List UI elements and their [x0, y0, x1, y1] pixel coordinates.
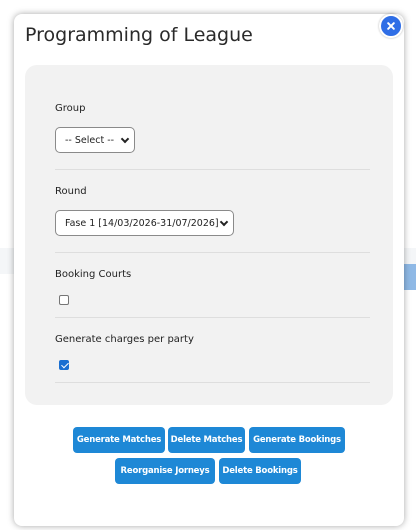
round-select-value: Fase 1 [14/03/2026-31/07/2026] — [65, 217, 219, 229]
group-field: Group — [55, 102, 370, 116]
generate-matches-button[interactable]: Generate Matches — [73, 427, 165, 453]
generate-charges-checkbox[interactable] — [59, 360, 69, 370]
group-select[interactable]: -- Select -- — [55, 127, 135, 153]
round-label: Round — [55, 186, 87, 197]
generate-charges-label: Generate charges per party — [55, 334, 194, 345]
generate-charges-field: Generate charges per party — [55, 333, 370, 347]
divider — [55, 317, 370, 318]
group-select-value: -- Select -- — [65, 134, 115, 146]
modal-title: Programming of League — [25, 24, 253, 46]
divider — [55, 169, 370, 170]
round-select[interactable]: Fase 1 [14/03/2026-31/07/2026] — [55, 210, 234, 236]
booking-courts-checkbox[interactable] — [59, 295, 69, 305]
divider — [55, 382, 370, 383]
form-panel: Group -- Select -- Round Fase 1 [14/03/2… — [25, 65, 393, 405]
league-programming-modal: Programming of League Group -- Select --… — [14, 14, 404, 526]
generate-bookings-button[interactable]: Generate Bookings — [249, 427, 345, 453]
divider — [55, 252, 370, 253]
reorganise-jorneys-button[interactable]: Reorganise Jorneys — [115, 458, 215, 484]
booking-courts-label: Booking Courts — [55, 269, 132, 280]
chevron-down-icon — [219, 217, 229, 227]
delete-matches-button[interactable]: Delete Matches — [168, 427, 245, 453]
close-icon[interactable] — [379, 14, 403, 38]
delete-bookings-button[interactable]: Delete Bookings — [219, 458, 301, 484]
round-field: Round — [55, 185, 370, 199]
booking-courts-field: Booking Courts — [55, 268, 370, 282]
group-label: Group — [55, 103, 86, 114]
chevron-down-icon — [120, 134, 130, 144]
